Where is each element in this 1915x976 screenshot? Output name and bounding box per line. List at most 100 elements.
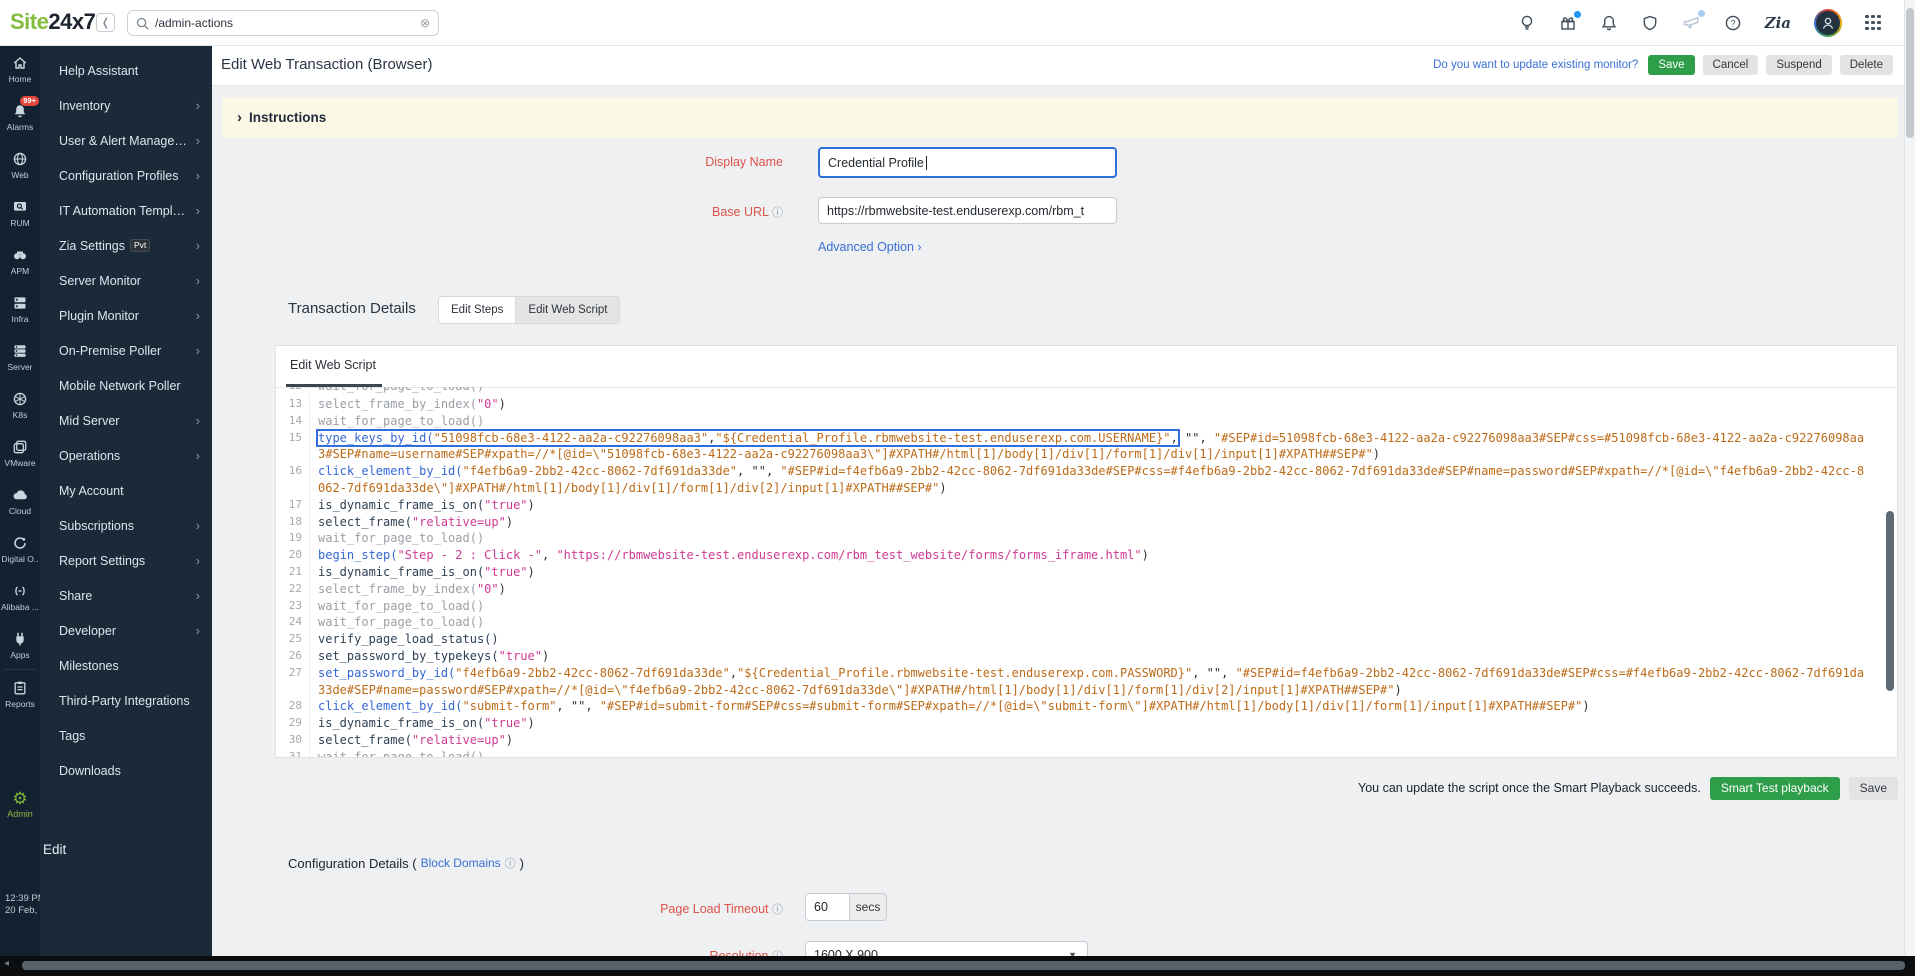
rail-item-alarms[interactable]: Alarms99+ — [0, 93, 40, 141]
help-icon[interactable]: ? — [1724, 14, 1742, 32]
search-clear-icon[interactable]: ⊗ — [420, 16, 430, 30]
rail-item-label: Server — [7, 362, 32, 372]
line-number: 20 — [276, 547, 310, 564]
chevron-right-icon: › — [196, 553, 200, 568]
delete-button[interactable]: Delete — [1840, 55, 1893, 75]
infra-icon — [12, 295, 28, 311]
line-number: 27 — [276, 665, 310, 699]
rail-item-server[interactable]: Server — [0, 333, 40, 381]
shield-icon[interactable] — [1641, 14, 1659, 32]
sidebar-item-on-premise-poller[interactable]: On-Premise Poller› — [40, 333, 212, 368]
sidebar-item-report-settings[interactable]: Report Settings› — [40, 543, 212, 578]
code-line-12: 12wait_for_page_to_load() — [276, 387, 1897, 395]
smart-test-playback-button[interactable]: Smart Test playback — [1710, 777, 1840, 800]
rail-item-infra[interactable]: Infra — [0, 285, 40, 333]
rail-item-alibaba[interactable]: Alibaba ... — [0, 573, 40, 621]
cloud-icon — [12, 487, 29, 503]
sidebar-item-tags[interactable]: Tags — [40, 718, 212, 753]
sidebar-item-label: On-Premise Poller — [59, 344, 192, 358]
code-area[interactable]: 12wait_for_page_to_load()13select_frame_… — [276, 387, 1897, 757]
info-icon[interactable]: ⓘ — [772, 207, 783, 219]
line-number: 22 — [276, 581, 310, 598]
vertical-scrollbar-thumb[interactable] — [1906, 8, 1914, 138]
update-existing-monitor-link[interactable]: Do you want to update existing monitor? — [1433, 59, 1638, 71]
scroll-left-arrow-icon[interactable]: ◂ — [4, 958, 9, 969]
horizontal-scrollbar-thumb[interactable] — [22, 961, 1905, 970]
gift-icon[interactable] — [1559, 14, 1577, 32]
rail-item-k8s[interactable]: K8s — [0, 381, 40, 429]
sidebar-item-share[interactable]: Share› — [40, 578, 212, 613]
site24x7-logo[interactable]: Site24x7 — [10, 9, 95, 35]
display-name-input[interactable]: Credential Profile — [818, 147, 1117, 178]
sidebar-item-help-assistant[interactable]: Help Assistant — [40, 53, 212, 88]
sidebar-item-plugin-monitor[interactable]: Plugin Monitor› — [40, 298, 212, 333]
reports-icon — [12, 680, 28, 696]
sidebar-item-my-account[interactable]: My Account — [40, 473, 212, 508]
base-url-input[interactable]: https://rbmwebsite-test.enduserexp.com/r… — [818, 197, 1117, 224]
rail-item-apps[interactable]: Apps — [0, 621, 40, 669]
sidebar-item-inventory[interactable]: Inventory› — [40, 88, 212, 123]
sidebar-item-developer[interactable]: Developer› — [40, 613, 212, 648]
bulb-icon[interactable] — [1518, 14, 1536, 32]
chevron-right-icon: › — [196, 238, 200, 253]
rail-item-label: RUM — [10, 218, 29, 228]
menu-item-edit[interactable]: Edit — [43, 842, 66, 857]
rail-item-home[interactable]: Home — [0, 45, 40, 93]
sidebar-item-it-automation-templates[interactable]: IT Automation Templates› — [40, 193, 212, 228]
page-load-timeout-input[interactable]: 60 — [805, 893, 850, 921]
instructions-banner[interactable]: › Instructions — [222, 97, 1898, 138]
tab-edit-web-script[interactable]: Edit Web Script — [515, 297, 619, 323]
sidebar-item-mobile-network-poller[interactable]: Mobile Network Poller — [40, 368, 212, 403]
vertical-scrollbar[interactable] — [1904, 0, 1915, 956]
code-line-27: 27set_password_by_id("f4efb6a9-2bb2-42cc… — [276, 665, 1897, 699]
editor-tab-bar: Edit Web Script — [276, 346, 1897, 388]
global-search[interactable]: /admin-actions ⊗ — [127, 10, 439, 36]
apps-grid-icon[interactable] — [1865, 15, 1881, 31]
cancel-button[interactable]: Cancel — [1703, 55, 1759, 75]
horizontal-scrollbar[interactable]: ◂ — [0, 956, 1915, 976]
page-title: Edit Web Transaction (Browser) — [221, 56, 432, 73]
editor-tab-edit-web-script[interactable]: Edit Web Script — [290, 358, 376, 372]
megaphone-icon[interactable] — [1682, 13, 1701, 32]
editor-scrollbar-thumb[interactable] — [1886, 511, 1894, 691]
code-line-30: 30select_frame("relative=up") — [276, 732, 1897, 749]
sidebar-item-operations[interactable]: Operations› — [40, 438, 212, 473]
bell-icon[interactable] — [1600, 14, 1618, 32]
sidebar-item-milestones[interactable]: Milestones — [40, 648, 212, 683]
sidebar-collapse-icon[interactable]: ❬ — [96, 13, 115, 32]
sidebar-item-configuration-profiles[interactable]: Configuration Profiles› — [40, 158, 212, 193]
code-line-14: 14wait_for_page_to_load() — [276, 413, 1897, 430]
sidebar-item-third-party-integrations[interactable]: Third-Party Integrations — [40, 683, 212, 718]
script-save-button[interactable]: Save — [1849, 777, 1898, 800]
rail-item-vmware[interactable]: VMware — [0, 429, 40, 477]
info-icon[interactable]: ⓘ — [505, 855, 516, 871]
sidebar-item-downloads[interactable]: Downloads — [40, 753, 212, 788]
avatar[interactable] — [1814, 9, 1842, 37]
suspend-button[interactable]: Suspend — [1766, 55, 1831, 75]
search-input[interactable]: /admin-actions — [155, 16, 420, 30]
advanced-option-link[interactable]: Advanced Option › — [818, 240, 922, 254]
block-domains-link[interactable]: Block Domains — [421, 856, 501, 870]
rail-item-reports[interactable]: Reports — [4, 669, 36, 718]
rail-item-apm[interactable]: APM — [0, 237, 40, 285]
rail-item-admin[interactable]: ⚙ Admin — [0, 790, 40, 819]
info-icon[interactable]: ⓘ — [772, 904, 783, 916]
sidebar-item-label: Configuration Profiles — [59, 169, 192, 183]
sidebar-item-server-monitor[interactable]: Server Monitor› — [40, 263, 212, 298]
rail-item-web[interactable]: Web — [0, 141, 40, 189]
line-number: 19 — [276, 530, 310, 547]
zia-logo[interactable]: Zia — [1765, 14, 1791, 32]
rail-item-rum[interactable]: RUM — [0, 189, 40, 237]
save-button[interactable]: Save — [1648, 55, 1694, 75]
web-script-editor: Edit Web Script 12wait_for_page_to_load(… — [275, 345, 1898, 758]
web-icon — [12, 151, 28, 167]
sidebar-item-label: Share — [59, 589, 192, 603]
rail-item-digital-o[interactable]: Digital O.. — [0, 525, 40, 573]
highlighted-code-selection: type_keys_by_id("51098fcb-68e3-4122-aa2a… — [318, 431, 1178, 445]
sidebar-item-subscriptions[interactable]: Subscriptions› — [40, 508, 212, 543]
sidebar-item-user-alert-management[interactable]: User & Alert Management› — [40, 123, 212, 158]
sidebar-item-zia-settings[interactable]: Zia SettingsPvt› — [40, 228, 212, 263]
sidebar-item-mid-server[interactable]: Mid Server› — [40, 403, 212, 438]
rail-item-cloud[interactable]: Cloud — [0, 477, 40, 525]
tab-edit-steps[interactable]: Edit Steps — [439, 297, 515, 323]
